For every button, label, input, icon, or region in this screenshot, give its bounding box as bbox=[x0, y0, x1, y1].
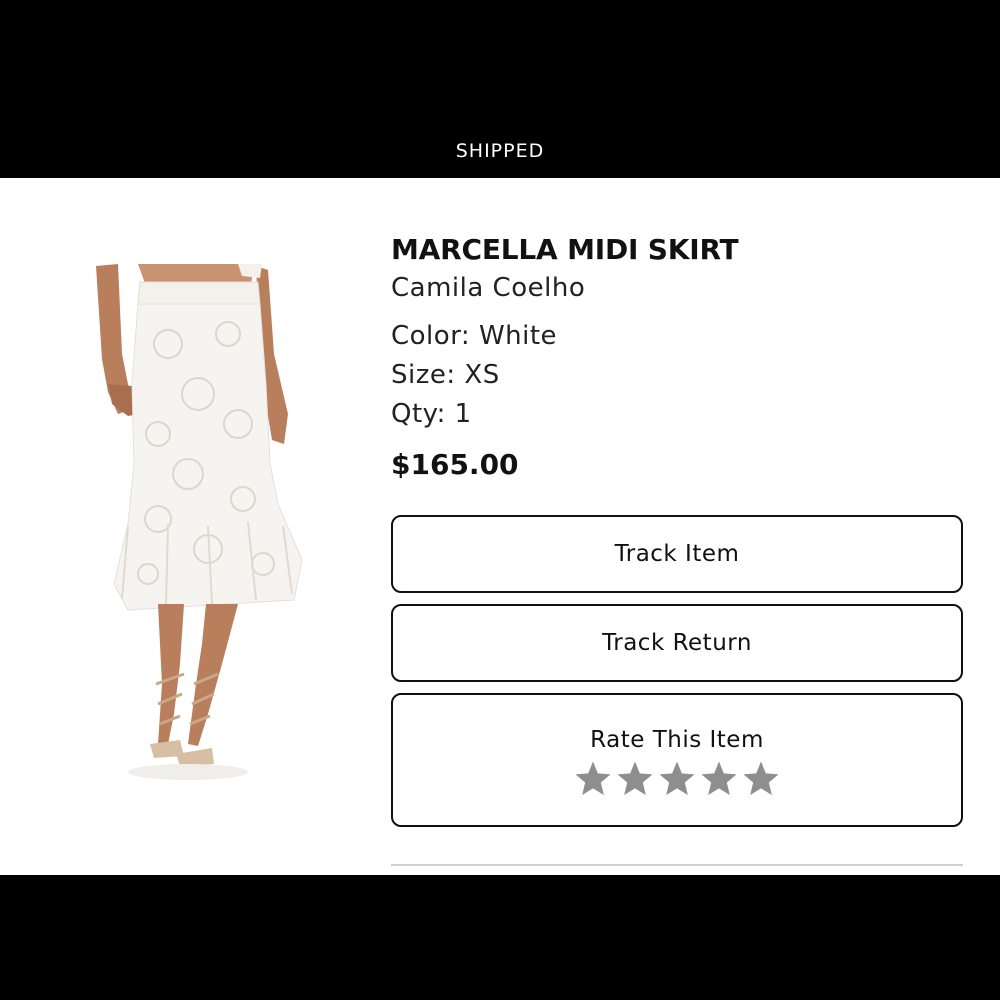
app-frame: SHIPPED MARCELLA MIDI SKIRT Camila Coelh… bbox=[0, 0, 1000, 1000]
star-icon[interactable] bbox=[741, 759, 781, 799]
order-item-card: MARCELLA MIDI SKIRT Camila Coelho Color:… bbox=[0, 178, 1000, 875]
rate-item-box: Rate This Item bbox=[391, 693, 963, 827]
brand-name: Camila Coelho bbox=[391, 273, 586, 303]
track-item-label: Track Item bbox=[614, 541, 740, 567]
track-return-label: Track Return bbox=[602, 630, 752, 656]
section-divider bbox=[391, 864, 963, 866]
qty-attribute: Qty: 1 bbox=[391, 399, 472, 429]
star-rating bbox=[393, 759, 961, 799]
product-details: MARCELLA MIDI SKIRT Camila Coelho Color:… bbox=[391, 230, 963, 484]
size-attribute: Size: XS bbox=[391, 360, 500, 390]
bottom-bar bbox=[0, 875, 1000, 1000]
product-name[interactable]: MARCELLA MIDI SKIRT bbox=[391, 230, 963, 270]
product-attributes: Color: White Size: XS Qty: 1 bbox=[391, 317, 963, 434]
status-header: SHIPPED bbox=[0, 0, 1000, 178]
star-icon[interactable] bbox=[699, 759, 739, 799]
price: $165.00 bbox=[391, 448, 519, 481]
color-attribute: Color: White bbox=[391, 321, 558, 351]
order-status-label: SHIPPED bbox=[455, 140, 545, 162]
star-icon[interactable] bbox=[657, 759, 697, 799]
track-return-button[interactable]: Track Return bbox=[391, 604, 963, 682]
star-icon[interactable] bbox=[573, 759, 613, 799]
rate-item-label: Rate This Item bbox=[590, 727, 764, 753]
product-image[interactable] bbox=[88, 264, 318, 794]
track-item-button[interactable]: Track Item bbox=[391, 515, 963, 593]
star-icon[interactable] bbox=[615, 759, 655, 799]
